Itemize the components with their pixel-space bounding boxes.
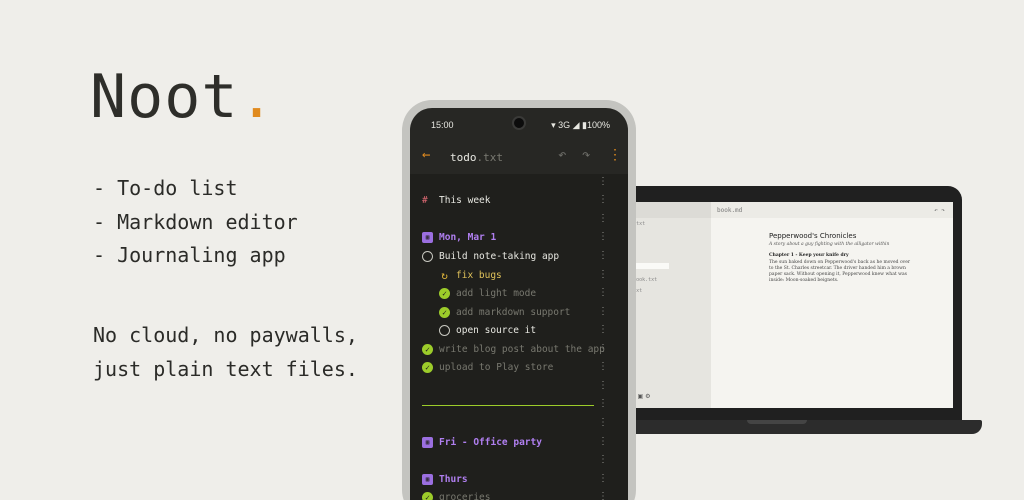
undo-icon[interactable]: ↶ — [558, 147, 566, 163]
row-menu-icon[interactable]: ⋮ — [598, 231, 608, 242]
date-heading: Mon, Mar 1 — [439, 232, 497, 243]
row-menu-icon[interactable]: ⋮ — [598, 250, 608, 261]
list-item[interactable]: ✓ groceries ⋮ — [410, 489, 628, 500]
doc-paragraph: The sun baked down on Pepperwood's back … — [769, 260, 911, 283]
doc-chapter: Chapter 1 - Keep your knife dry — [769, 253, 849, 258]
laptop-topbar: book.md ↶ ↷ — [711, 202, 953, 218]
row-menu-icon[interactable]: ⋮ — [598, 491, 608, 500]
list-item[interactable]: ✓ add markdown support ⋮ — [410, 304, 628, 322]
file-title: todo.txt — [450, 151, 503, 164]
list-item: ⋮ — [410, 174, 628, 192]
row-menu-icon[interactable]: ⋮ — [598, 213, 608, 224]
row-menu-icon[interactable]: ⋮ — [598, 269, 608, 280]
list-item: ⋮ — [410, 378, 628, 396]
task-text: Build note-taking app — [439, 251, 560, 262]
task-text: add light mode — [456, 288, 537, 299]
row-menu-icon[interactable]: ⋮ — [598, 306, 608, 317]
row-menu-icon[interactable]: ⋮ — [598, 454, 608, 465]
camera-icon — [512, 116, 526, 130]
list-item[interactable]: ▦ Thurs ⋮ — [410, 471, 628, 489]
status-bar: 15:00 ▾ 3G ◢ ▮100% — [410, 108, 628, 142]
laptop-file-name: book.md — [717, 207, 743, 214]
list-item: ⋮ — [410, 452, 628, 470]
doc-title: Pepperwood's Chronicles — [769, 232, 857, 240]
list-item: ⋮ — [410, 415, 628, 433]
calendar-icon: ▦ — [422, 474, 433, 485]
todo-list: ⋮ # This week ⋮ ⋮ ▦ Mon, Mar 1 ⋮ Build n… — [410, 174, 628, 500]
list-item[interactable]: ↻ fix bugs ⋮ — [410, 267, 628, 285]
list-item: ⋮ — [410, 396, 628, 414]
laptop-screen: thoughts.txt md writing book.txt journal… — [609, 202, 953, 408]
task-text: fix bugs — [456, 270, 502, 281]
doc-subtitle: A story about a guy fighting with the al… — [769, 242, 890, 247]
list-item[interactable]: ✓ add light mode ⋮ — [410, 285, 628, 303]
list-item[interactable]: # This week ⋮ — [410, 192, 628, 210]
row-menu-icon[interactable]: ⋮ — [598, 194, 608, 205]
phone-screen: 15:00 ▾ 3G ◢ ▮100% ← todo.txt ↶ ↷ ⋮ ⋮ # … — [410, 108, 628, 500]
feature-item: - Markdown editor — [93, 209, 298, 234]
feature-list: - To-do list - Markdown editor - Journal… — [93, 172, 298, 273]
list-item[interactable]: ✓ upload to Play store ⋮ — [410, 359, 628, 377]
status-icons: ▾ 3G ◢ ▮100% — [551, 120, 610, 130]
back-arrow-icon[interactable]: ← — [422, 147, 430, 163]
row-menu-icon[interactable]: ⋮ — [598, 380, 608, 391]
list-item[interactable]: open source it ⋮ — [410, 322, 628, 340]
in-progress-icon[interactable]: ↻ — [439, 270, 450, 281]
task-text: open source it — [456, 325, 537, 336]
task-text: groceries — [439, 492, 491, 500]
list-item[interactable]: ✓ write blog post about the app ⋮ — [410, 341, 628, 359]
task-text: add markdown support — [456, 307, 571, 318]
row-menu-icon[interactable]: ⋮ — [598, 287, 608, 298]
date-heading: Fri - Office party — [439, 437, 542, 448]
task-text: write blog post about the app — [439, 344, 605, 355]
row-menu-icon[interactable]: ⋮ — [598, 176, 608, 187]
checkbox-done-icon[interactable]: ✓ — [422, 362, 433, 373]
row-menu-icon[interactable]: ⋮ — [598, 417, 608, 428]
app-logo: Noot. — [90, 62, 276, 132]
date-heading: Thurs — [439, 474, 468, 485]
calendar-icon: ▦ — [422, 232, 433, 243]
phone-device: 15:00 ▾ 3G ◢ ▮100% ← todo.txt ↶ ↷ ⋮ ⋮ # … — [402, 100, 636, 500]
feature-item: - To-do list — [93, 176, 238, 200]
task-text: upload to Play store — [439, 362, 554, 373]
checkbox-done-icon[interactable]: ✓ — [422, 344, 433, 355]
heading-text: This week — [439, 195, 491, 206]
redo-icon[interactable]: ↷ — [582, 147, 590, 163]
laptop-notch — [747, 420, 807, 424]
list-item: ⋮ — [410, 211, 628, 229]
row-menu-icon[interactable]: ⋮ — [598, 361, 608, 372]
status-time: 15:00 — [431, 120, 454, 130]
checkbox-done-icon[interactable]: ✓ — [422, 492, 433, 500]
brand-name: Noot — [90, 62, 239, 132]
file-name: todo — [450, 151, 477, 164]
document-preview: Pepperwood's Chronicles A story about a … — [769, 232, 915, 284]
list-item[interactable]: ▦ Fri - Office party ⋮ — [410, 434, 628, 452]
row-menu-icon[interactable]: ⋮ — [598, 473, 608, 484]
list-item[interactable]: ▦ Mon, Mar 1 ⋮ — [410, 229, 628, 247]
row-menu-icon[interactable]: ⋮ — [598, 324, 608, 335]
tagline: No cloud, no paywalls, just plain text f… — [93, 323, 358, 381]
row-menu-icon[interactable]: ⋮ — [598, 343, 608, 354]
more-options-icon[interactable]: ⋮ — [608, 147, 622, 163]
checkbox-empty-icon[interactable] — [439, 325, 450, 336]
checkbox-done-icon[interactable]: ✓ — [439, 307, 450, 318]
row-menu-icon[interactable]: ⋮ — [598, 436, 608, 447]
brand-dot: . — [238, 62, 276, 132]
heading-hash: # — [422, 195, 428, 206]
checkbox-done-icon[interactable]: ✓ — [439, 288, 450, 299]
feature-item: - Journaling app — [93, 243, 286, 267]
laptop-device: thoughts.txt md writing book.txt journal… — [600, 186, 962, 422]
app-bar: ← todo.txt ↶ ↷ ⋮ — [410, 142, 628, 174]
row-menu-icon[interactable]: ⋮ — [598, 398, 608, 409]
calendar-icon: ▦ — [422, 437, 433, 448]
file-extension: .txt — [476, 151, 504, 164]
list-item[interactable]: Build note-taking app ⋮ — [410, 248, 628, 266]
undo-redo-icon[interactable]: ↶ ↷ — [934, 207, 945, 214]
checkbox-empty-icon[interactable] — [422, 251, 433, 262]
